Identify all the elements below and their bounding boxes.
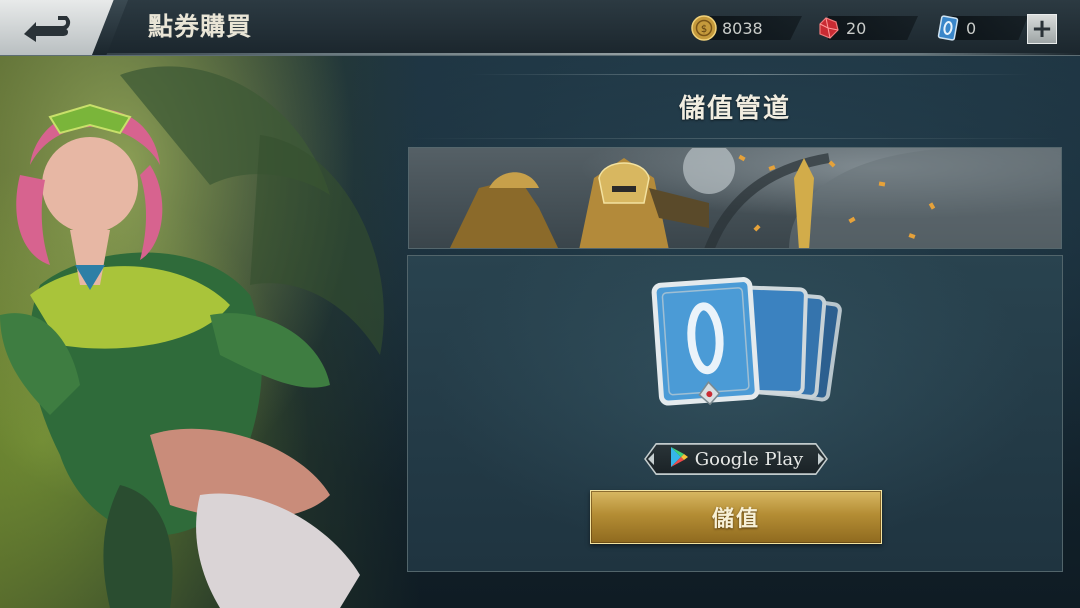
payment-channel-badge[interactable]: Google Play [644, 443, 828, 475]
hero-artwork [0, 55, 420, 608]
add-currency-button[interactable]: + [1027, 14, 1057, 44]
payment-channel-label: Google Play [694, 448, 804, 470]
section-divider-top [470, 74, 1030, 75]
gold-amount: 8038 [722, 18, 763, 38]
promo-banner [408, 147, 1062, 249]
currency-gold: $ 8038 [690, 14, 802, 42]
back-arrow-icon [18, 14, 74, 42]
voucher-amount: 0 [966, 18, 977, 38]
gold-coin-icon: $ [690, 14, 718, 42]
voucher-cards-icon [650, 270, 852, 422]
blue-voucher-icon [934, 14, 962, 42]
top-bar-divider [0, 53, 1080, 55]
currency-voucher: 0 [934, 14, 1028, 42]
plus-icon: + [1031, 14, 1053, 44]
google-play-icon [669, 446, 689, 472]
red-gem-icon [814, 14, 842, 42]
topup-button[interactable]: 儲值 [590, 490, 882, 544]
section-divider-bottom [410, 138, 1060, 139]
gem-amount: 20 [846, 18, 867, 38]
section-title: 儲值管道 [678, 94, 791, 124]
badge-content: Google Play [669, 446, 803, 472]
payment-panel: Google Play 儲值 [407, 255, 1063, 572]
svg-text:$: $ [701, 24, 707, 35]
page-title: 點券購買 [148, 12, 253, 41]
currency-gem: 20 [814, 14, 918, 42]
